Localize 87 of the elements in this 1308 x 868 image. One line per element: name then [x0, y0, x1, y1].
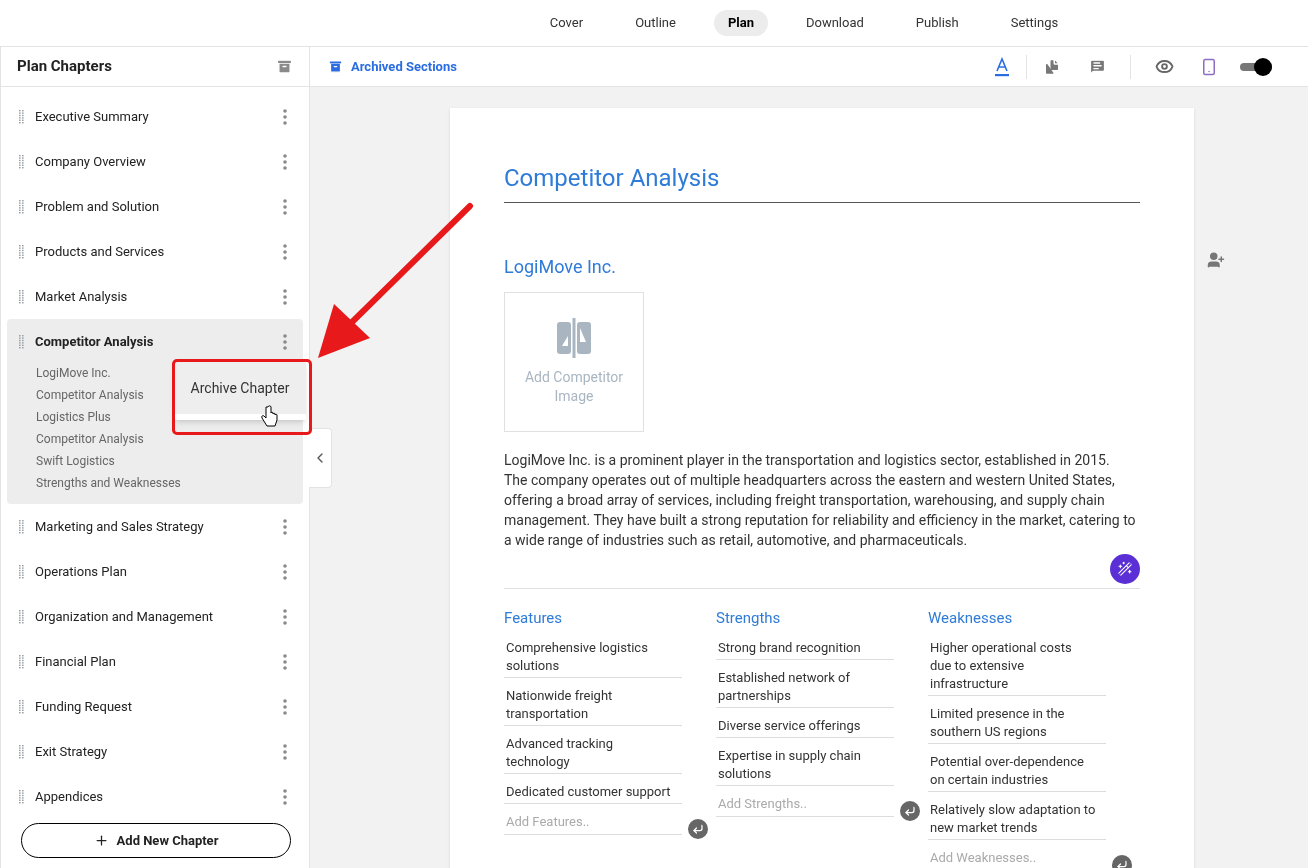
image-icon	[556, 318, 592, 358]
list-entry[interactable]: Potential over-dependence on certain industries	[928, 751, 1106, 792]
list-entry[interactable]: Diverse service offerings	[716, 715, 894, 738]
chapter-title[interactable]: Company Overview	[35, 151, 283, 172]
menu-item[interactable]: Archive Chapter	[174, 362, 306, 414]
section-link[interactable]: Swift Logistics	[36, 450, 303, 472]
section-link[interactable]: Competitor Analysis	[36, 428, 303, 450]
add-entry-field[interactable]: Add Features..	[504, 811, 682, 835]
more-options-icon[interactable]	[283, 243, 287, 260]
drag-handle-icon[interactable]	[19, 744, 25, 759]
more-options-icon[interactable]	[283, 788, 287, 805]
drag-handle-icon[interactable]	[19, 154, 25, 169]
drag-handle-icon[interactable]	[19, 199, 25, 214]
column-heading: Features	[504, 608, 564, 629]
enter-icon[interactable]	[900, 801, 920, 821]
more-options-icon[interactable]	[283, 743, 287, 760]
sidebar-title: Plan Chapters	[17, 56, 112, 78]
chapter-title[interactable]: Products and Services	[35, 241, 283, 262]
comment-icon[interactable]	[1089, 58, 1106, 75]
chapter-title[interactable]: Exit Strategy	[35, 741, 283, 762]
list-entry[interactable]: Limited presence in the southern US regions	[928, 703, 1106, 744]
list-entry[interactable]: Established network of partnerships	[716, 667, 894, 708]
column-heading: Weaknesses	[928, 608, 1014, 629]
list-entry[interactable]: Dedicated customer support	[504, 781, 682, 804]
chapter-title[interactable]: Market Analysis	[35, 286, 283, 307]
enter-icon[interactable]	[688, 819, 708, 839]
archive-icon[interactable]	[276, 58, 293, 75]
nav-tab[interactable]: Cover	[535, 10, 598, 36]
drag-handle-icon[interactable]	[19, 789, 25, 804]
more-options-icon[interactable]	[283, 153, 287, 170]
chapter-title[interactable]: Funding Request	[35, 696, 283, 717]
list-entry[interactable]: Comprehensive logistics solutions	[504, 637, 682, 678]
chapter-title[interactable]: Marketing and Sales Strategy	[35, 516, 283, 537]
more-options-icon[interactable]	[283, 653, 287, 670]
document-title: Competitor Analysis	[504, 164, 720, 192]
competitor-name: LogiMove Inc.	[504, 256, 616, 277]
archived-sections-link[interactable]: Archived Sections	[328, 56, 457, 77]
competitor-description: LogiMove Inc. is a prominent player in the transportation and logistics sector, established in 2015. The company operates out of multiple headquarters across the eastern and western United States, offering a broad array of services, including freight transportation, warehousing, and supply chain management. They have built a strong reputation for reliability and efficiency in the market, catering to a wide range of industries such as retail, automotive, and pharmaceuticals.	[504, 451, 1137, 550]
more-options-icon[interactable]	[283, 518, 287, 535]
chapter-title[interactable]: Competitor Analysis	[35, 331, 283, 352]
toggle-switch[interactable]	[1240, 57, 1272, 76]
drag-handle-icon[interactable]	[19, 519, 25, 534]
chapter-title[interactable]: Appendices	[35, 786, 283, 807]
chapter-title[interactable]: Executive Summary	[35, 106, 283, 127]
preview-icon[interactable]	[1155, 57, 1174, 76]
more-options-icon[interactable]	[283, 198, 287, 215]
chapter-title[interactable]: Financial Plan	[35, 651, 283, 672]
nav-tab[interactable]: Download	[791, 10, 878, 36]
more-options-icon[interactable]	[283, 563, 287, 580]
more-options-icon[interactable]	[283, 333, 287, 350]
add-entry-field[interactable]: Add Weaknesses..	[928, 847, 1106, 868]
text-color-icon[interactable]	[994, 56, 1010, 77]
nav-tab[interactable]: Settings	[996, 10, 1073, 36]
phone-icon[interactable]	[1200, 57, 1218, 76]
add-entry-field[interactable]: Add Strengths..	[716, 793, 894, 817]
nav-tab[interactable]: Publish	[901, 10, 973, 36]
chapter-title[interactable]: Organization and Management	[35, 606, 283, 627]
list-entry[interactable]: Advanced tracking technology	[504, 733, 682, 774]
add-person-icon[interactable]	[1207, 251, 1225, 269]
drag-handle-icon[interactable]	[19, 609, 25, 624]
list-entry[interactable]: Nationwide freight transportation	[504, 685, 682, 726]
list-entry[interactable]: Strong brand recognition	[716, 637, 894, 660]
ai-assist-icon[interactable]	[1110, 554, 1140, 584]
drag-handle-icon[interactable]	[19, 699, 25, 714]
more-options-icon[interactable]	[283, 108, 287, 125]
column-heading: Strengths	[716, 608, 782, 629]
list-entry[interactable]: Relatively slow adaptation to new market trends	[928, 799, 1106, 840]
drag-handle-icon[interactable]	[19, 244, 25, 259]
list-entry[interactable]: Higher operational costs due to extensive infrastructure	[928, 637, 1106, 696]
archive-icon	[328, 59, 343, 74]
section-link[interactable]: Strengths and Weaknesses	[36, 472, 303, 494]
more-options-icon[interactable]	[283, 698, 287, 715]
chapter-title[interactable]: Operations Plan	[35, 561, 283, 582]
drag-handle-icon[interactable]	[19, 334, 25, 349]
drag-handle-icon[interactable]	[19, 654, 25, 669]
drag-handle-icon[interactable]	[19, 109, 25, 124]
more-options-icon[interactable]	[283, 288, 287, 305]
chapter-title[interactable]: Problem and Solution	[35, 196, 283, 217]
plus-icon	[93, 833, 109, 848]
drag-handle-icon[interactable]	[19, 564, 25, 579]
nav-tab[interactable]: Plan	[713, 10, 768, 36]
list-entry[interactable]: Expertise in supply chain solutions	[716, 745, 894, 786]
drag-handle-icon[interactable]	[19, 289, 25, 304]
copy-icon[interactable]	[1043, 57, 1061, 76]
more-options-icon[interactable]	[283, 608, 287, 625]
collapse-sidebar-button[interactable]	[309, 428, 332, 488]
nav-tab[interactable]: Outline	[621, 10, 690, 36]
